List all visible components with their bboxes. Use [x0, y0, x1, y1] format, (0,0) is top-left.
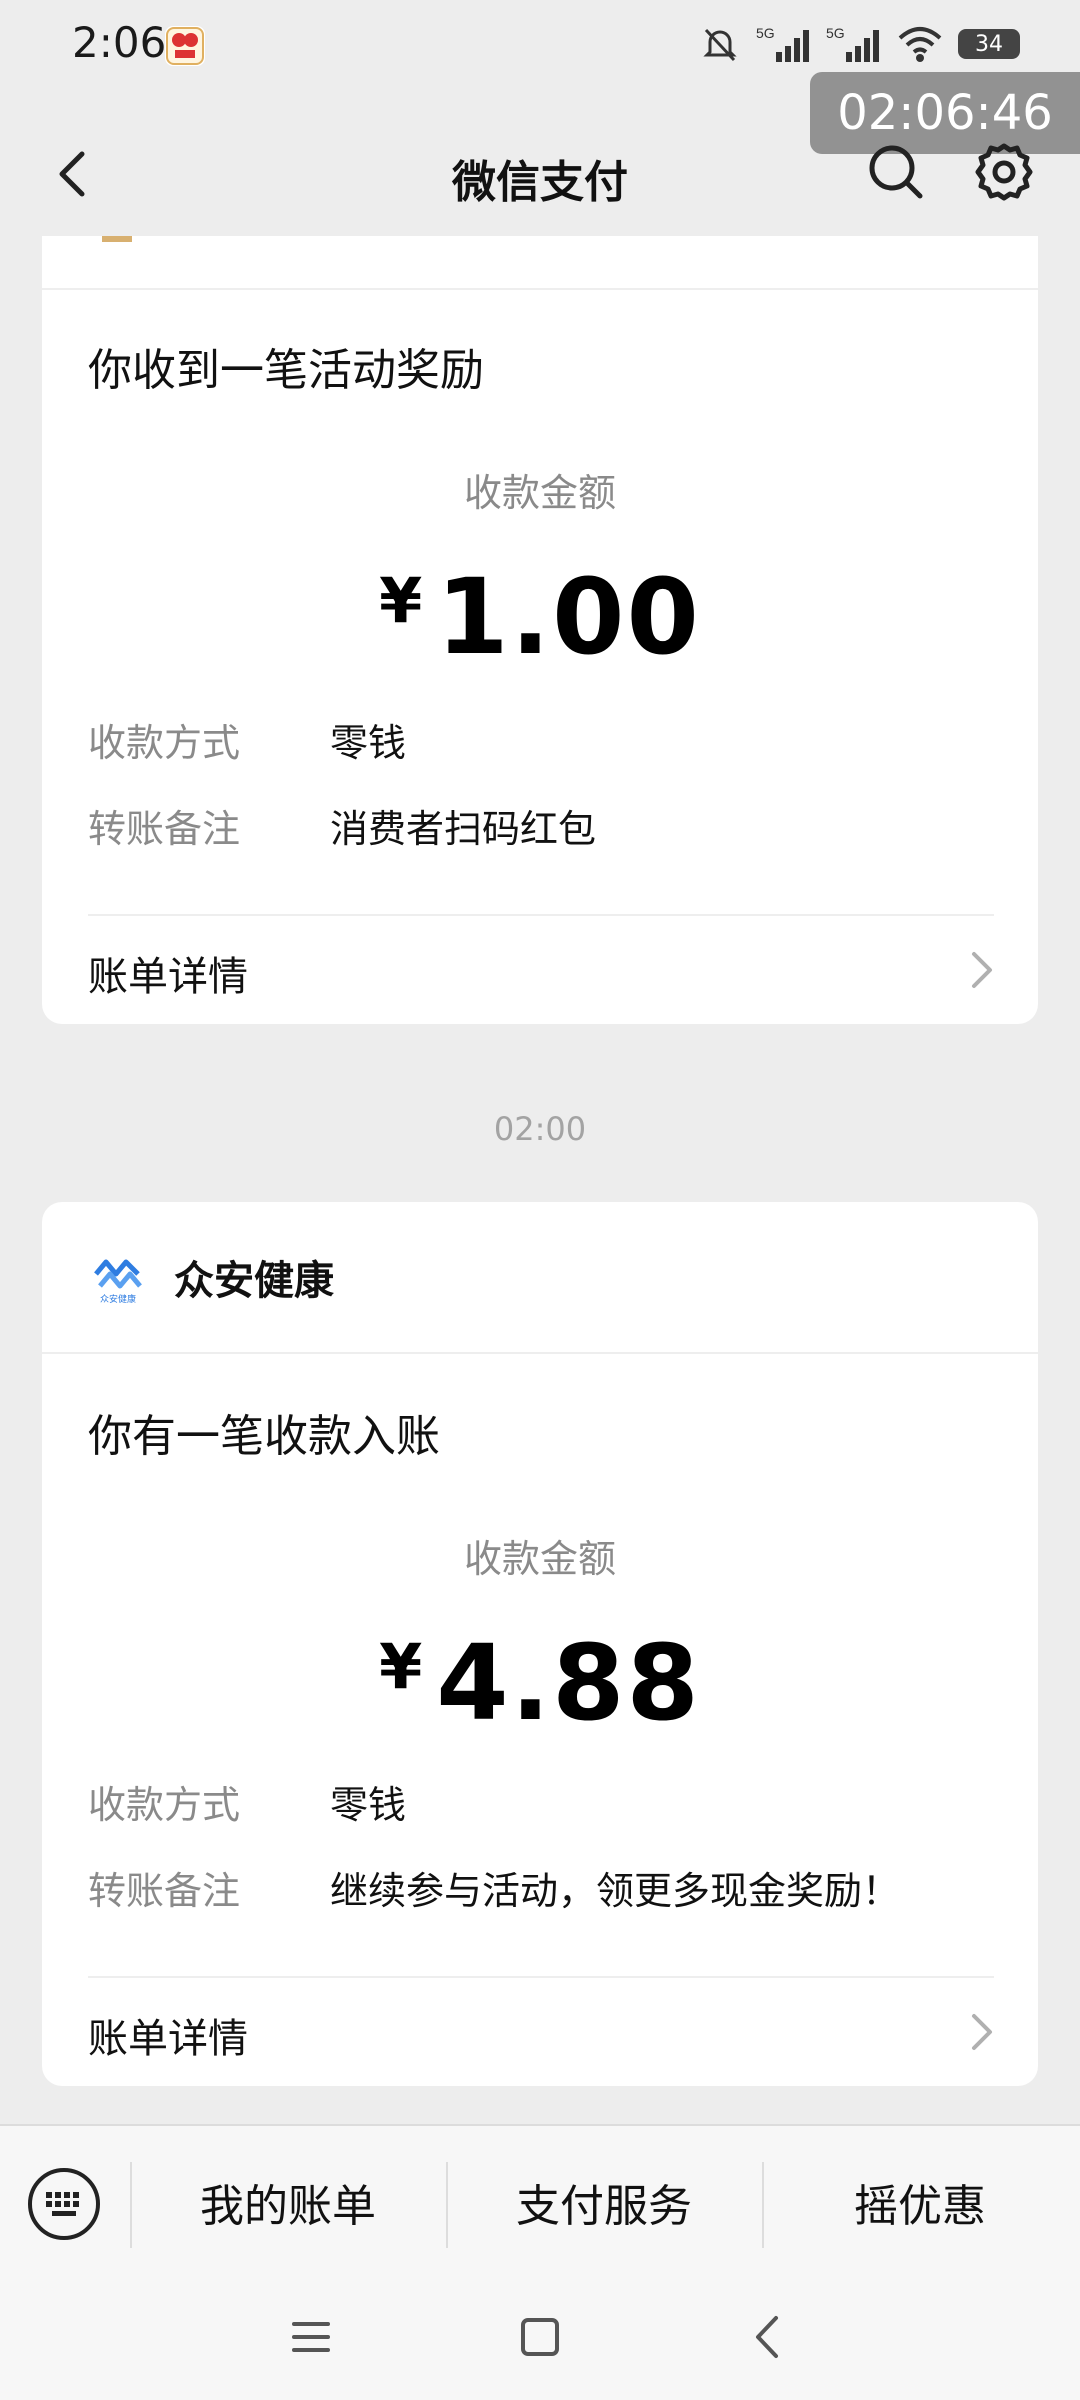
gear-icon: [975, 143, 1033, 201]
currency-symbol: ¥: [379, 564, 423, 637]
mute-bell-icon: [703, 28, 737, 62]
wifi-icon: [898, 27, 942, 62]
merchant-logo-icon: [102, 236, 132, 242]
system-nav-bar: [0, 2274, 1080, 2400]
menu-item-my-bills[interactable]: 我的账单: [130, 2170, 446, 2234]
status-icons: 5G 5G 34: [698, 20, 1020, 68]
settings-button[interactable]: [968, 136, 1040, 208]
message-title: 你收到一笔活动奖励: [88, 345, 484, 396]
payment-card: 众安健康 众安健康 你有一笔收款入账 收款金额 ¥4.88 收款方式 零钱 转账…: [42, 1202, 1038, 2086]
keyboard-icon: [28, 2168, 100, 2240]
amount-label: 收款金额: [463, 1537, 616, 1581]
time-separator: 02:00: [493, 1110, 587, 1148]
note-label: 转账备注: [88, 1869, 241, 1913]
bill-detail-label: 账单详情: [88, 2016, 248, 2062]
search-button[interactable]: [860, 136, 932, 208]
currency-symbol: ¥: [379, 1630, 423, 1703]
zhongan-logo-icon: 众安健康: [94, 1259, 142, 1304]
method-label: 收款方式: [88, 1783, 241, 1827]
card-header[interactable]: 众安健康 众安健康: [42, 1202, 1038, 1354]
menu-icon[interactable]: [284, 2310, 338, 2364]
svg-text:5G: 5G: [756, 25, 775, 41]
search-icon: [869, 145, 923, 199]
amount-row: ¥4.88: [42, 1622, 1038, 1744]
status-time: 2:06: [72, 18, 167, 67]
amount-row: ¥1.00: [42, 556, 1038, 678]
menu-item-payment-services[interactable]: 支付服务: [446, 2170, 762, 2234]
message-title: 你有一笔收款入账: [88, 1411, 440, 1462]
home-icon[interactable]: [513, 2310, 567, 2364]
keyboard-toggle-button[interactable]: [26, 2166, 102, 2242]
method-value: 零钱: [330, 1783, 407, 1827]
merchant-name: 众安健康: [174, 1258, 334, 1304]
bill-detail-label: 账单详情: [88, 954, 248, 1000]
chevron-right-icon: [972, 2014, 992, 2050]
amount-value: 1.00: [436, 556, 701, 678]
back-nav-icon[interactable]: [742, 2310, 796, 2364]
menu-item-shake-deals[interactable]: 摇优惠: [762, 2170, 1078, 2234]
note-value: 继续参与活动，领更多现金奖励！: [330, 1869, 901, 1913]
bill-detail-row[interactable]: 账单详情: [42, 916, 1038, 1024]
bottom-menu: 我的账单 支付服务 摇优惠: [0, 2124, 1080, 2276]
svg-text:5G: 5G: [826, 25, 845, 41]
svg-text:众安健康: 众安健康: [100, 1293, 136, 1304]
card-header: [42, 236, 1038, 290]
bill-detail-row[interactable]: 账单详情: [42, 1978, 1038, 2086]
note-value: 消费者扫码红包: [330, 807, 597, 851]
signal-5g-icon: 5G: [826, 25, 879, 62]
note-label: 转账备注: [88, 807, 241, 851]
amount-label: 收款金额: [463, 471, 616, 515]
battery-icon: 34: [958, 29, 1020, 59]
chevron-right-icon: [972, 952, 992, 988]
method-label: 收款方式: [88, 721, 241, 765]
method-value: 零钱: [330, 721, 407, 765]
signal-5g-icon: 5G: [756, 25, 809, 62]
payment-card: 你收到一笔活动奖励 收款金额 ¥1.00 收款方式 零钱 转账备注 消费者扫码红…: [42, 236, 1038, 1024]
app-notification-icon: [165, 26, 205, 66]
nav-bar: 微信支付: [0, 118, 1080, 236]
amount-value: 4.88: [436, 1622, 701, 1744]
